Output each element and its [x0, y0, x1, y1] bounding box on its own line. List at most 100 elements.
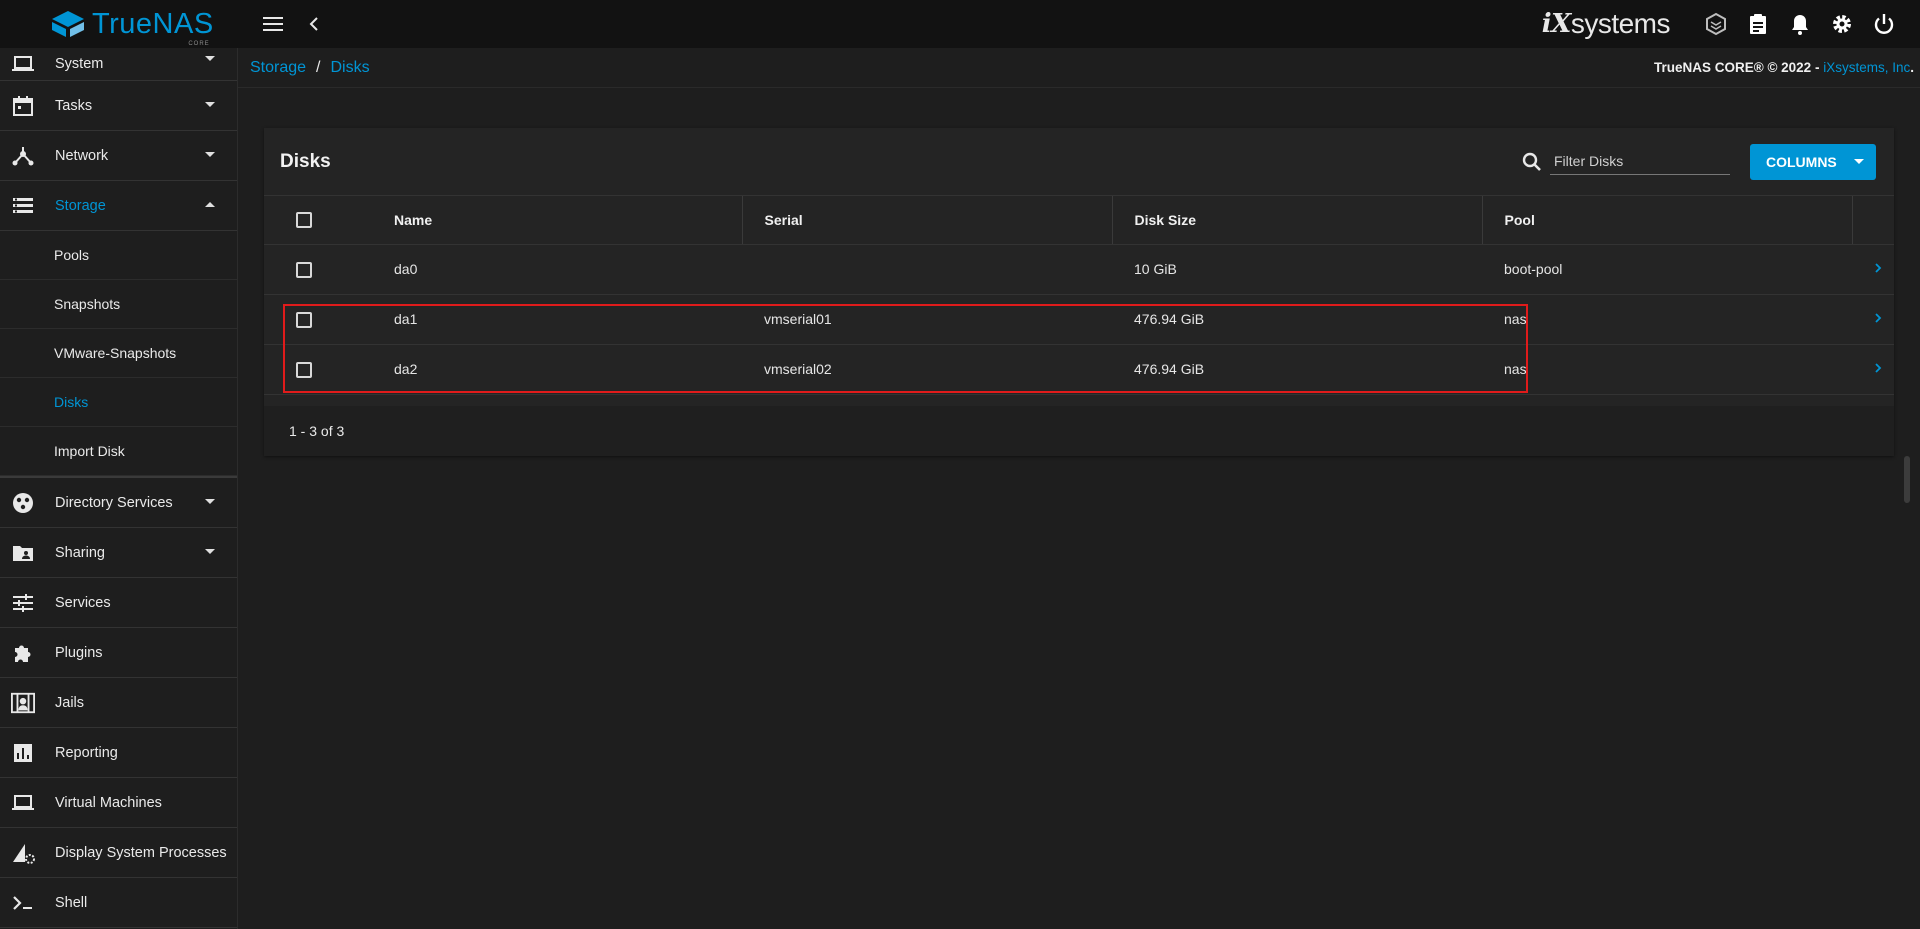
- sidebar-item-services[interactable]: Services: [0, 578, 237, 628]
- laptop-icon: [11, 791, 35, 815]
- column-header-actions: [1852, 196, 1894, 245]
- copyright-text: TrueNAS CORE® © 2022 -: [1654, 60, 1824, 75]
- sidebar-item-sharing[interactable]: Sharing: [0, 528, 237, 578]
- sidebar-subitem-pools[interactable]: Pools: [0, 231, 237, 280]
- cell-serial: vmserial02: [742, 344, 1112, 395]
- truenas-logo-icon: [52, 11, 84, 37]
- cell-pool: nas: [1482, 344, 1852, 395]
- cell-name: da0: [372, 244, 742, 295]
- puzzle-icon: [11, 641, 35, 665]
- jail-icon: [11, 691, 35, 715]
- sidebar-item-reporting[interactable]: Reporting: [0, 728, 237, 778]
- columns-button-label: COLUMNS: [1766, 153, 1837, 170]
- search-icon: [1522, 152, 1541, 171]
- chevron-down-icon: [205, 549, 215, 554]
- network-icon: [11, 144, 35, 168]
- sidebar-item-label: Reporting: [55, 744, 118, 761]
- sidebar-item-network[interactable]: Network: [0, 131, 237, 181]
- row-checkbox[interactable]: [296, 311, 312, 328]
- task-manager-button[interactable]: [1740, 6, 1776, 42]
- chevron-up-icon: [205, 202, 215, 207]
- page-title: Disks: [280, 150, 331, 172]
- processes-icon: [11, 841, 35, 865]
- cell-disk-size: 476.94 GiB: [1112, 294, 1482, 345]
- gear-icon: [1833, 15, 1851, 33]
- sidebar-subitem-snapshots[interactable]: Snapshots: [0, 280, 237, 329]
- power-button[interactable]: [1866, 6, 1902, 42]
- column-header-disk-size[interactable]: Disk Size: [1112, 196, 1483, 245]
- sidebar-item-shell[interactable]: Shell: [0, 878, 237, 928]
- select-all-checkbox[interactable]: [296, 212, 312, 229]
- sidebar-item-jails[interactable]: Jails: [0, 678, 237, 728]
- disks-card: Disks COLUMNS Name Serial Disk Size Pool: [264, 128, 1894, 456]
- settings-button[interactable]: [1824, 6, 1860, 42]
- sidebar-subitem-vmware-snapshots[interactable]: VMware-Snapshots: [0, 329, 237, 378]
- collapse-sidebar-button[interactable]: [296, 6, 332, 42]
- cell-serial: vmserial01: [742, 294, 1112, 345]
- menu-toggle-button[interactable]: [256, 6, 292, 42]
- sidebar-item-display-system-processes[interactable]: Display System Processes: [0, 828, 237, 878]
- chevron-left-icon: [309, 17, 318, 31]
- column-header-pool[interactable]: Pool: [1482, 196, 1853, 245]
- ixsystems-link[interactable]: iXsystems, Inc: [1823, 60, 1910, 75]
- filter-box: [1522, 148, 1730, 175]
- chevron-down-icon: [205, 56, 215, 61]
- table-row[interactable]: da2 vmserial02 476.94 GiB nas: [264, 344, 1894, 395]
- storage-icon: [11, 194, 35, 218]
- breadcrumb-separator: /: [316, 58, 321, 76]
- sliders-icon: [11, 591, 35, 615]
- chart-icon: [11, 741, 35, 765]
- sidebar-item-system[interactable]: System: [0, 48, 237, 81]
- sidebar-item-label: Display System Processes: [55, 844, 227, 861]
- sidebar-item-plugins[interactable]: Plugins: [0, 628, 237, 678]
- columns-button[interactable]: COLUMNS: [1750, 143, 1876, 180]
- scrollbar-thumb[interactable]: [1904, 456, 1910, 503]
- sidebar-item-directory-services[interactable]: Directory Services: [0, 478, 237, 528]
- sidebar-subitem-disks[interactable]: Disks: [0, 378, 237, 427]
- filter-disks-input[interactable]: [1550, 148, 1730, 175]
- sidebar-item-tasks[interactable]: Tasks: [0, 81, 237, 131]
- copyright-end: .: [1910, 60, 1914, 75]
- row-select-cell: [264, 244, 372, 295]
- chevron-right-icon[interactable]: [1874, 262, 1882, 274]
- caret-down-icon: [1854, 159, 1864, 164]
- column-header-serial[interactable]: Serial: [742, 196, 1113, 245]
- sidebar-item-label: Storage: [55, 197, 106, 214]
- sidebar-item-label: Shell: [55, 894, 88, 911]
- directory-icon: [11, 491, 35, 515]
- truecommand-icon: [1706, 12, 1726, 36]
- chevron-down-icon: [205, 152, 215, 157]
- sidebar-item-label: Services: [55, 594, 111, 611]
- sidebar-subitem-import-disk[interactable]: Import Disk: [0, 427, 237, 476]
- storage-submenu: Pools Snapshots VMware-Snapshots Disks I…: [0, 231, 237, 478]
- sidebar-item-label: Directory Services: [55, 494, 173, 511]
- top-bar: TrueNAS CORE iX systems: [0, 0, 1920, 48]
- sidebar-item-label: Jails: [55, 694, 85, 711]
- breadcrumb-storage[interactable]: Storage: [250, 59, 306, 77]
- table-row[interactable]: da1 vmserial01 476.94 GiB nas: [264, 294, 1894, 345]
- column-header-name[interactable]: Name: [372, 196, 743, 245]
- chevron-right-icon[interactable]: [1874, 312, 1882, 324]
- sidebar-item-storage[interactable]: Storage: [0, 181, 237, 231]
- pagination-range: 1 - 3 of 3: [289, 423, 345, 439]
- alerts-button[interactable]: [1782, 6, 1818, 42]
- breadcrumb-disks[interactable]: Disks: [331, 59, 370, 77]
- chevron-down-icon: [205, 499, 215, 504]
- chevron-right-icon[interactable]: [1874, 362, 1882, 374]
- table-row[interactable]: da0 10 GiB boot-pool: [264, 244, 1894, 295]
- ixsystems-logo[interactable]: iX systems: [1542, 8, 1671, 40]
- breadcrumb: Storage / Disks TrueNAS CORE® © 2022 - i…: [238, 48, 1920, 88]
- row-checkbox[interactable]: [296, 261, 312, 278]
- cell-pool: boot-pool: [1482, 244, 1852, 295]
- truenas-logo[interactable]: TrueNAS CORE: [0, 0, 238, 48]
- calendar-icon: [11, 94, 35, 118]
- truecommand-button[interactable]: [1698, 6, 1734, 42]
- row-checkbox[interactable]: [296, 361, 312, 378]
- sidebar-item-virtual-machines[interactable]: Virtual Machines: [0, 778, 237, 828]
- select-all-cell: [264, 196, 372, 245]
- laptop-icon: [11, 52, 35, 76]
- sidebar-item-label: System: [55, 56, 104, 72]
- cell-disk-size: 476.94 GiB: [1112, 344, 1482, 395]
- brand-name: TrueNAS: [92, 7, 214, 40]
- sidebar-item-label: Plugins: [55, 644, 103, 661]
